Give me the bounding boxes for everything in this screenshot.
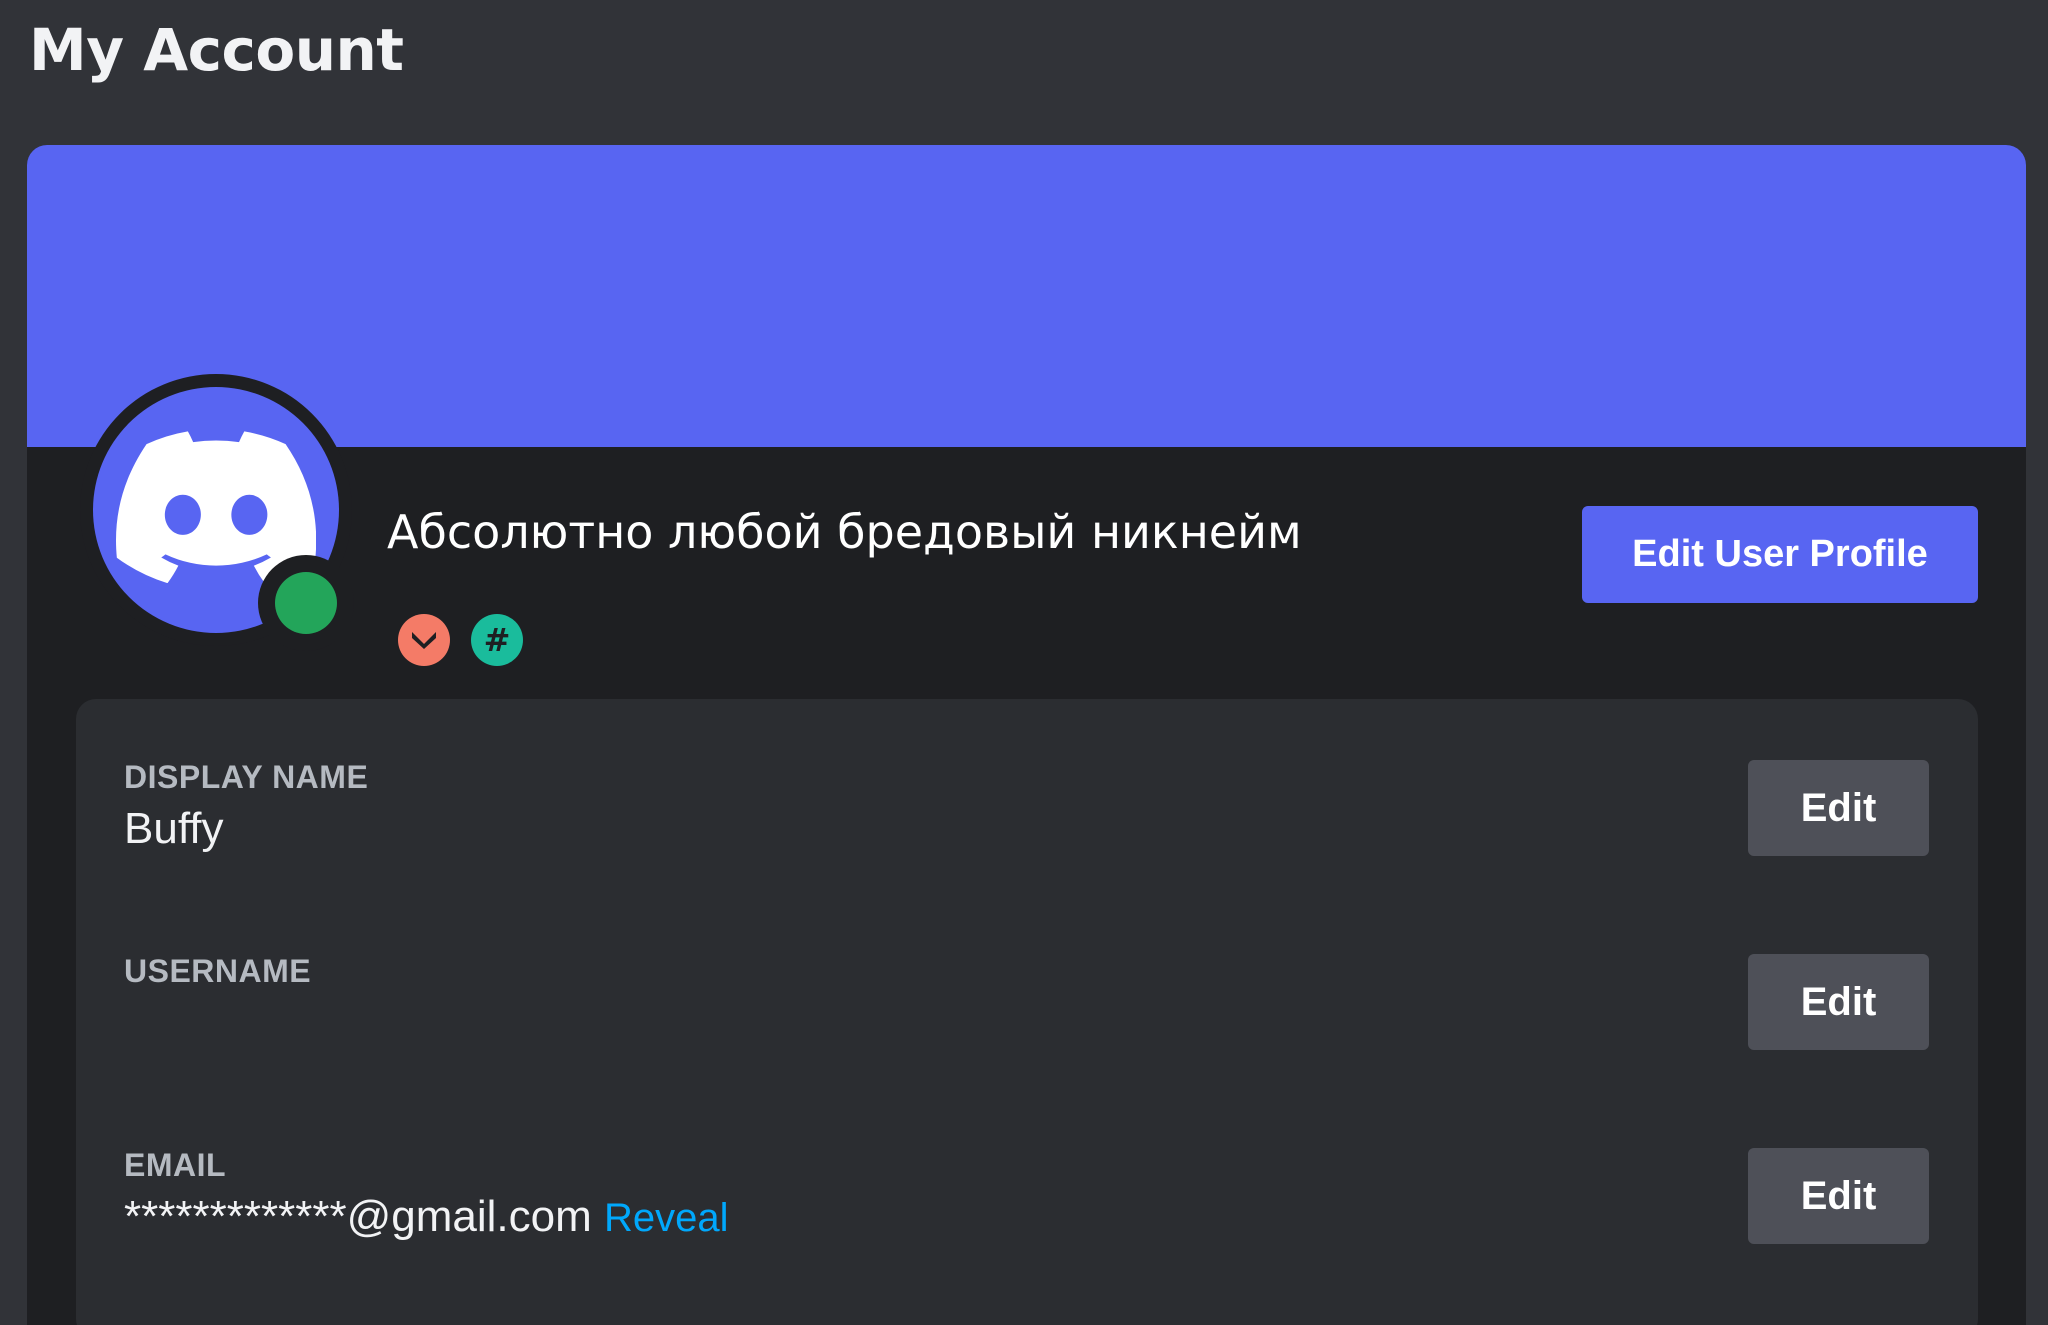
chevron-down-icon	[412, 632, 436, 649]
edit-display-name-button[interactable]: Edit	[1748, 760, 1929, 856]
account-profile-card: Абсолютно любой бредовый никнейм # Edit …	[27, 145, 2026, 1325]
email-value: *************@gmail.com	[124, 1192, 592, 1241]
online-status-icon	[275, 572, 337, 634]
edit-email-button[interactable]: Edit	[1748, 1148, 1929, 1244]
edit-username-button[interactable]: Edit	[1748, 954, 1929, 1050]
email-row: *************@gmail.com Reveal	[124, 1192, 729, 1242]
display-name-value: Buffy	[124, 804, 224, 853]
email-label: EMAIL	[124, 1147, 227, 1183]
account-info-panel: DISPLAY NAME Buffy Edit USERNAME Edit EM…	[76, 699, 1978, 1325]
hashtag-glyph: #	[483, 621, 511, 659]
username-label: USERNAME	[124, 953, 312, 989]
reveal-email-link[interactable]: Reveal	[604, 1196, 729, 1240]
edit-user-profile-button[interactable]: Edit User Profile	[1582, 506, 1978, 603]
profile-nickname: Абсолютно любой бредовый никнейм	[387, 505, 1302, 559]
hashtag-icon[interactable]: #	[471, 614, 523, 666]
display-name-label: DISPLAY NAME	[124, 759, 369, 795]
hypesquad-brilliance-icon[interactable]	[398, 614, 450, 666]
page-title: My Account	[29, 16, 404, 84]
profile-banner	[27, 145, 2026, 447]
